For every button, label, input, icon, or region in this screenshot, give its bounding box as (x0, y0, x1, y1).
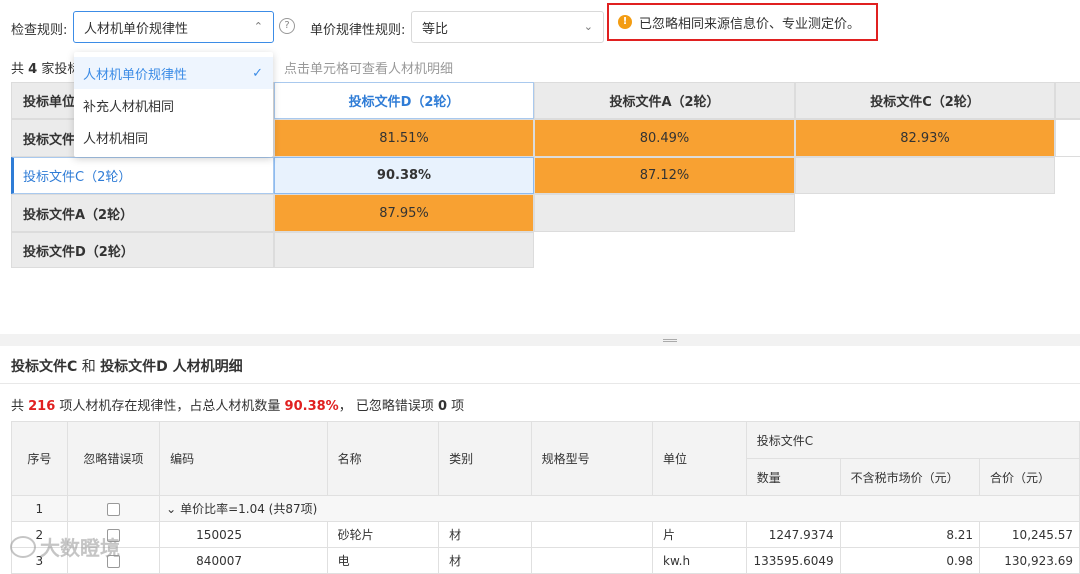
unit-price-rule-value: 等比 (422, 21, 449, 37)
warning-icon: ! (618, 15, 632, 29)
bidder-count: 共 4 家投标 (11, 62, 81, 77)
detail-title: 投标文件C 和 投标文件D 人材机明细 (11, 359, 243, 375)
unit-price-rule-label: 单价规律性规则: (310, 23, 406, 38)
matrix-row-c[interactable]: 投标文件C（2轮） (11, 157, 274, 194)
chevron-down-icon[interactable]: ⌄ (166, 502, 176, 516)
matrix-hint: 点击单元格可查看人材机明细 (284, 62, 454, 77)
matrix-cell[interactable]: 82.93% (795, 119, 1055, 157)
matrix-col-extra (1055, 82, 1080, 119)
check-rule-select[interactable]: 人材机单价规律性 ⌃ (73, 11, 274, 43)
col-total: 合价（元） (979, 458, 1080, 496)
check-rule-value: 人材机单价规律性 (84, 21, 189, 37)
ignore-checkbox[interactable] (106, 502, 120, 516)
watermark: 大数瞪境 (10, 532, 120, 561)
matrix-cell-selected[interactable]: 90.38% (274, 157, 534, 194)
matrix-cell (1055, 119, 1080, 157)
col-spec: 规格型号 (530, 421, 654, 496)
dropdown-option[interactable]: 人材机单价规律性 ✓ (74, 57, 273, 89)
help-icon[interactable]: ? (279, 18, 295, 34)
matrix-cell (274, 232, 534, 268)
dropdown-option[interactable]: 人材机相同 (74, 121, 273, 153)
check-rule-label: 检查规则: (11, 23, 68, 38)
col-group: 投标文件C (745, 421, 1080, 459)
col-price: 不含税市场价（元） (839, 458, 981, 496)
logo-icon (10, 535, 36, 558)
matrix-cell[interactable]: 81.51% (274, 119, 534, 157)
check-icon: ✓ (252, 65, 263, 81)
col-unit: 单位 (652, 421, 747, 496)
matrix-col-a[interactable]: 投标文件A（2轮） (534, 82, 795, 119)
matrix-cell[interactable]: 87.95% (274, 194, 534, 232)
pane-splitter[interactable] (0, 334, 1080, 346)
col-ignore: 忽略错误项 (66, 421, 161, 496)
matrix-cell (795, 157, 1055, 194)
detail-stats: 共 216 项人材机存在规律性，占总人材机数量 90.38%， 已忽略错误项 0… (11, 399, 465, 414)
matrix-row-a[interactable]: 投标文件A（2轮） (11, 194, 274, 232)
detail-table: 序号 忽略错误项 编码 名称 类别 规格型号 单位 投标文件C 数量 不含税市场… (11, 421, 1080, 574)
matrix-row-d[interactable]: 投标文件D（2轮） (11, 232, 274, 268)
table-row[interactable]: 3 840007 电 材 kw.h 133595.6049 0.98 130,9… (11, 547, 1080, 574)
group-row[interactable]: 1 ⌄ 单价比率=1.04 (共87项) (11, 495, 1080, 522)
ignored-notice-text: 已忽略相同来源信息价、专业测定价。 (639, 16, 861, 32)
chevron-up-icon: ⌃ (253, 20, 263, 33)
matrix-cell[interactable]: 87.12% (534, 157, 795, 194)
matrix-cell (534, 194, 795, 232)
divider (0, 383, 1080, 384)
group-label: 单价比率=1.04 (共87项) (180, 502, 318, 516)
table-row[interactable]: 2 150025 砂轮片 材 片 1247.9374 8.21 10,245.5… (11, 521, 1080, 548)
col-name: 名称 (326, 421, 440, 496)
chevron-down-icon: ⌄ (583, 20, 593, 33)
col-seq: 序号 (11, 421, 68, 496)
col-qty: 数量 (745, 458, 841, 496)
col-code: 编码 (159, 421, 328, 496)
check-rule-dropdown: 人材机单价规律性 ✓ 补充人材机相同 人材机相同 (74, 52, 273, 157)
matrix-col-c[interactable]: 投标文件C（2轮） (795, 82, 1055, 119)
matrix-cell[interactable]: 80.49% (534, 119, 795, 157)
matrix-col-d[interactable]: 投标文件D（2轮） (274, 82, 534, 119)
unit-price-rule-select[interactable]: 等比 ⌄ (411, 11, 604, 43)
drag-handle-icon[interactable] (663, 339, 677, 342)
ignored-notice: ! 已忽略相同来源信息价、专业测定价。 (607, 3, 878, 41)
dropdown-option[interactable]: 补充人材机相同 (74, 89, 273, 121)
col-category: 类别 (438, 421, 532, 496)
